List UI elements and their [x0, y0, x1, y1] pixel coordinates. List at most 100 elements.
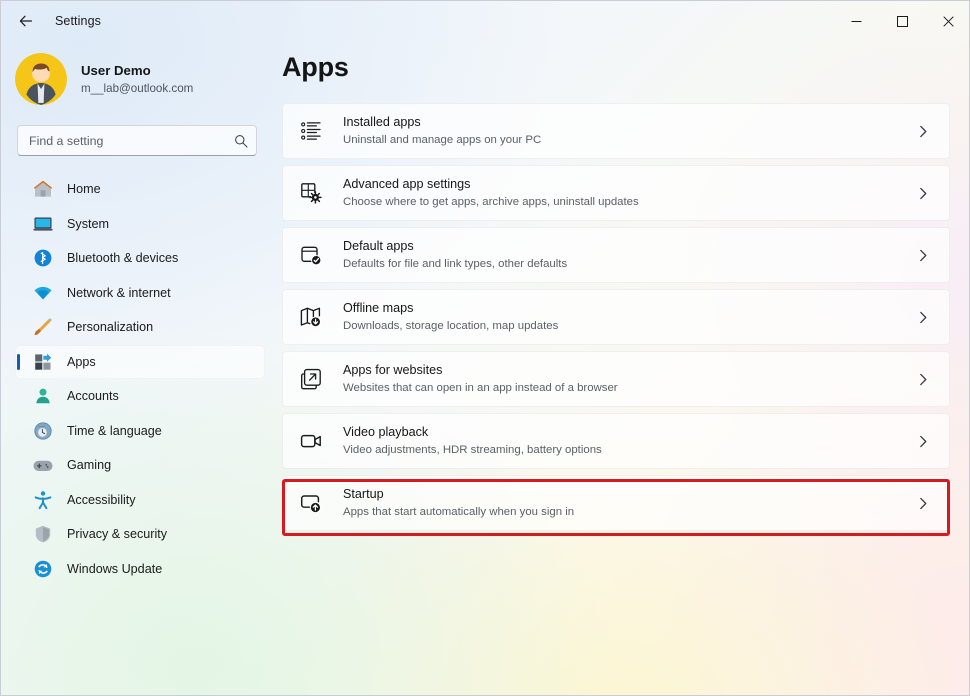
chevron-right-icon: [916, 372, 931, 387]
window-title: Settings: [55, 14, 101, 28]
chevron-right-icon: [916, 248, 931, 263]
sidebar-item-accessibility[interactable]: Accessibility: [15, 483, 265, 518]
sidebar-item-home[interactable]: Home: [15, 172, 265, 207]
settings-card-default-apps[interactable]: Default appsDefaults for file and link t…: [282, 227, 950, 283]
sidebar-item-bluetooth-devices[interactable]: Bluetooth & devices: [15, 241, 265, 276]
chevron-right-icon: [916, 310, 931, 325]
person-icon: [33, 386, 53, 406]
sidebar-item-label: Accounts: [67, 389, 119, 403]
offline-maps-icon: [300, 306, 322, 328]
sidebar-item-personalization[interactable]: Personalization: [15, 310, 265, 345]
chevron-right-icon: [916, 434, 931, 449]
sidebar-nav: Home System Bluetooth & devices Network & i…: [1, 172, 273, 586]
sidebar-item-label: Privacy & security: [67, 527, 167, 541]
maximize-button[interactable]: [879, 1, 925, 41]
apps-for-websites-icon: [300, 368, 322, 390]
search-input[interactable]: [17, 125, 257, 156]
home-icon: [33, 179, 53, 199]
gamepad-icon: [33, 455, 53, 475]
chevron-right-icon: [916, 434, 931, 449]
accessibility-icon: [33, 490, 53, 510]
sidebar-item-label: Gaming: [67, 458, 111, 472]
shield-icon: [33, 524, 53, 544]
sidebar-item-apps[interactable]: Apps: [15, 345, 265, 380]
search-box: [17, 125, 257, 156]
paintbrush-icon: [33, 317, 53, 337]
default-apps-check-icon: [300, 244, 322, 266]
chevron-right-icon: [916, 124, 931, 139]
apps-for-websites-icon: [300, 368, 322, 390]
main-content: Apps Installed appsUninstall and manage …: [273, 41, 970, 696]
settings-window: Settings: [0, 0, 970, 696]
video-camera-icon: [300, 430, 322, 452]
card-text: Default appsDefaults for file and link t…: [343, 238, 916, 272]
settings-card-video-playback[interactable]: Video playback Video adjustments, HDR str…: [282, 413, 950, 469]
settings-card-apps-for-websites[interactable]: Apps for websitesWebsites that can open …: [282, 351, 950, 407]
account-meta: User Demo m__lab@outlook.com: [81, 62, 193, 96]
chevron-right-icon: [916, 496, 931, 511]
advanced-app-settings-icon: [300, 182, 322, 204]
card-title: Startup: [343, 486, 916, 503]
account-row[interactable]: User Demo m__lab@outlook.com: [15, 50, 273, 108]
title-bar: Settings: [1, 1, 970, 41]
card-text: Video playback Video adjustments, HDR str…: [343, 424, 916, 458]
chevron-right-icon: [916, 248, 931, 263]
settings-card-list: Installed appsUninstall and manage apps …: [282, 103, 950, 531]
paintbrush-icon: [33, 317, 53, 337]
settings-card-offline-maps[interactable]: Offline mapsDownloads, storage location,…: [282, 289, 950, 345]
close-icon: [943, 16, 954, 27]
avatar: [15, 53, 67, 105]
sidebar-item-time-language[interactable]: Time & language: [15, 414, 265, 449]
advanced-app-settings-icon: [300, 182, 322, 204]
settings-card-advanced-app-settings[interactable]: Advanced app settingsChoose where to get…: [282, 165, 950, 221]
sidebar-item-label: Accessibility: [67, 493, 136, 507]
sidebar-item-label: Windows Update: [67, 562, 162, 576]
sidebar-item-label: Bluetooth & devices: [67, 251, 178, 265]
settings-card-installed-apps[interactable]: Installed appsUninstall and manage apps …: [282, 103, 950, 159]
sidebar: User Demo m__lab@outlook.com Home System B…: [1, 41, 273, 696]
card-text: Advanced app settingsChoose where to get…: [343, 176, 916, 210]
sidebar-item-label: System: [67, 217, 109, 231]
installed-apps-list-icon: [300, 120, 322, 142]
card-text: Installed appsUninstall and manage apps …: [343, 114, 916, 148]
card-subtitle: Uninstall and manage apps on your PC: [343, 133, 916, 148]
apps-icon: [33, 352, 53, 372]
back-button[interactable]: [9, 6, 43, 36]
system-monitor-icon: [33, 214, 53, 234]
card-title: Video playback: [343, 424, 916, 441]
sidebar-item-windows-update[interactable]: Windows Update: [15, 552, 265, 587]
user-avatar-icon: [15, 53, 67, 105]
chevron-right-icon: [916, 310, 931, 325]
sidebar-item-accounts[interactable]: Accounts: [15, 379, 265, 414]
chevron-right-icon: [916, 124, 931, 139]
bluetooth-icon: [33, 248, 53, 268]
sidebar-item-label: Network & internet: [67, 286, 171, 300]
sidebar-item-system[interactable]: System: [15, 207, 265, 242]
sidebar-item-network-internet[interactable]: Network & internet: [15, 276, 265, 311]
close-button[interactable]: [925, 1, 970, 41]
clock-globe-icon: [33, 421, 53, 441]
wifi-icon: [33, 283, 53, 303]
shield-icon: [33, 524, 53, 544]
card-subtitle: Video adjustments, HDR streaming, batter…: [343, 443, 916, 458]
bluetooth-icon: [33, 248, 53, 268]
update-refresh-icon: [33, 559, 53, 579]
clock-globe-icon: [33, 421, 53, 441]
card-title: Advanced app settings: [343, 176, 916, 193]
back-arrow-icon: [18, 13, 34, 29]
sidebar-item-privacy-security[interactable]: Privacy & security: [15, 517, 265, 552]
chevron-right-icon: [916, 372, 931, 387]
home-icon: [33, 179, 53, 199]
video-camera-icon: [300, 430, 322, 452]
maximize-icon: [897, 16, 908, 27]
settings-card-startup[interactable]: Startup Apps that start automatically whe…: [282, 475, 950, 531]
person-icon: [33, 386, 53, 406]
sidebar-item-gaming[interactable]: Gaming: [15, 448, 265, 483]
card-title: Offline maps: [343, 300, 916, 317]
minimize-button[interactable]: [833, 1, 879, 41]
account-name: User Demo: [81, 62, 193, 79]
chevron-right-icon: [916, 186, 931, 201]
update-refresh-icon: [33, 559, 53, 579]
card-subtitle: Apps that start automatically when you s…: [343, 505, 916, 520]
chevron-right-icon: [916, 496, 931, 511]
